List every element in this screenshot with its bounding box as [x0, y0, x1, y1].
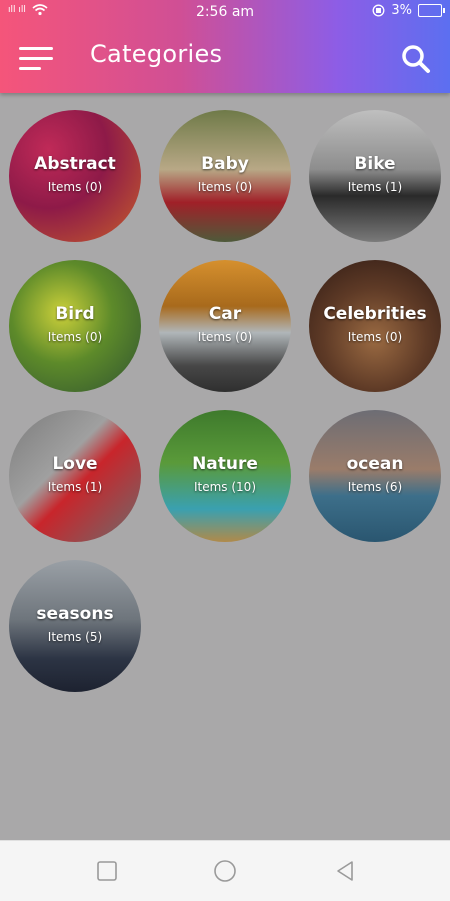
- page-title: Categories: [90, 40, 223, 68]
- category-count: Items (0): [47, 330, 103, 344]
- status-bar: ıll ıll 2:56 am 3%: [0, 0, 450, 24]
- menu-icon-line: [19, 57, 53, 60]
- category-count: Items (0): [197, 330, 253, 344]
- category-car[interactable]: Car Items (0): [159, 260, 291, 392]
- category-count: Items (0): [347, 330, 403, 344]
- categories-grid: Abstract Items (0) Baby Items (0) Bike I…: [0, 93, 450, 840]
- category-count: Items (10): [193, 480, 256, 494]
- battery-icon: [418, 4, 445, 17]
- category-count: Items (1): [347, 180, 403, 194]
- category-label: Car: [208, 304, 242, 324]
- category-baby[interactable]: Baby Items (0): [159, 110, 291, 242]
- category-love[interactable]: Love Items (1): [9, 410, 141, 542]
- category-count: Items (6): [347, 480, 403, 494]
- category-nature[interactable]: Nature Items (10): [159, 410, 291, 542]
- category-celebrities[interactable]: Celebrities Items (0): [309, 260, 441, 392]
- category-ocean[interactable]: ocean Items (6): [309, 410, 441, 542]
- category-bird[interactable]: Bird Items (0): [9, 260, 141, 392]
- category-count: Items (0): [197, 180, 253, 194]
- category-label: Abstract: [34, 154, 116, 174]
- battery-percent: 3%: [391, 3, 412, 18]
- system-nav-bar: [0, 840, 450, 901]
- category-label: Nature: [192, 454, 258, 474]
- app-bar: ıll ıll 2:56 am 3% Categories: [0, 0, 450, 93]
- nav-back-icon[interactable]: [333, 859, 357, 883]
- category-abstract[interactable]: Abstract Items (0): [9, 110, 141, 242]
- menu-button[interactable]: [19, 47, 53, 73]
- category-bike[interactable]: Bike Items (1): [309, 110, 441, 242]
- category-label: seasons: [36, 604, 114, 624]
- menu-icon: [19, 47, 53, 50]
- category-count: Items (0): [47, 180, 103, 194]
- category-count: Items (1): [47, 480, 103, 494]
- data-saver-icon: [372, 4, 385, 17]
- category-seasons[interactable]: seasons Items (5): [9, 560, 141, 692]
- category-label: Baby: [201, 154, 249, 174]
- nav-circle-icon[interactable]: [213, 859, 237, 883]
- category-label: ocean: [346, 454, 404, 474]
- category-label: Love: [52, 454, 98, 474]
- menu-icon-line: [19, 67, 41, 70]
- category-count: Items (5): [47, 630, 103, 644]
- category-label: Celebrities: [323, 304, 427, 324]
- nav-square-icon[interactable]: [95, 859, 119, 883]
- search-icon[interactable]: [401, 44, 431, 74]
- category-label: Bike: [354, 154, 396, 174]
- category-label: Bird: [55, 304, 95, 324]
- battery-indicator: 3%: [372, 3, 445, 18]
